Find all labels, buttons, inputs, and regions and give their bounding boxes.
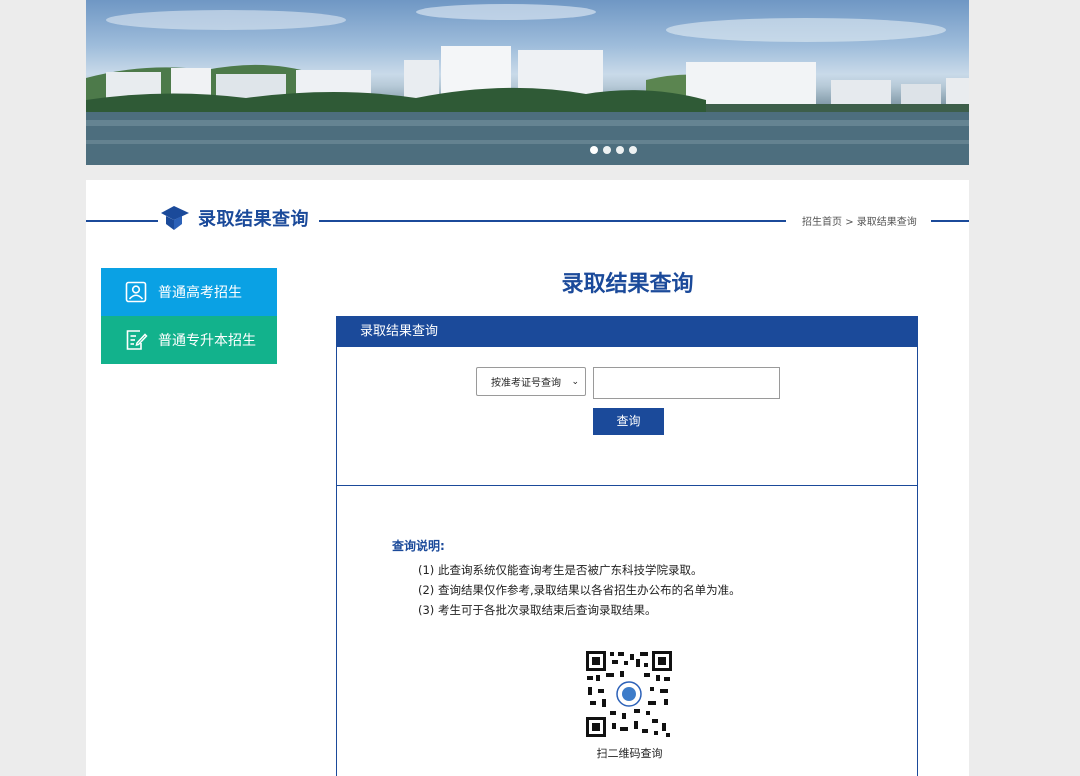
slide-dot-4[interactable] bbox=[629, 146, 637, 154]
query-box-header: 录取结果查询 bbox=[337, 317, 917, 347]
title-divider-middle bbox=[316, 220, 786, 222]
query-type-value: 按准考证号查询 bbox=[491, 378, 561, 389]
section-title: 录取结果查询 bbox=[160, 204, 319, 232]
notes-item: (1) 此查询系统仅能查询考生是否被广东科技学院录取。 bbox=[418, 563, 703, 577]
breadcrumb-current: 录取结果查询 bbox=[856, 217, 917, 228]
campus-photo bbox=[86, 4, 969, 165]
breadcrumb-separator: > bbox=[845, 217, 854, 228]
slide-indicator bbox=[590, 146, 637, 154]
title-divider-right bbox=[931, 220, 969, 222]
query-form: 按准考证号查询 ⌄ 查询 bbox=[337, 347, 917, 486]
notes-title: 查询说明: bbox=[392, 539, 445, 553]
sidebar-item-label: 普通专升本招生 bbox=[158, 333, 256, 349]
slide-dot-1[interactable] bbox=[590, 146, 598, 154]
query-notes: 查询说明: (1) 此查询系统仅能查询考生是否被广东科技学院录取。 (2) 查询… bbox=[392, 537, 741, 620]
chevron-down-icon: ⌄ bbox=[571, 376, 579, 387]
notes-item: (3) 考生可于各批次录取结束后查询录取结果。 bbox=[418, 603, 657, 617]
notes-item: (2) 查询结果仅作参考,录取结果以各省招生办公布的名单为准。 bbox=[418, 583, 741, 597]
main-panel: 录取结果查询 招生首页 > 录取结果查询 普通高考招生 普通专升本招生 录取结果… bbox=[86, 180, 969, 776]
title-divider-left bbox=[86, 220, 158, 222]
breadcrumb: 招生首页 > 录取结果查询 bbox=[792, 213, 923, 228]
sidebar-item-label: 普通高考招生 bbox=[158, 285, 242, 301]
query-type-select[interactable]: 按准考证号查询 ⌄ bbox=[476, 367, 586, 396]
graduation-cap-icon bbox=[161, 206, 189, 230]
sidebar-item-gaokao[interactable]: 普通高考招生 bbox=[101, 268, 277, 316]
user-card-icon bbox=[125, 281, 147, 303]
slide-dot-3[interactable] bbox=[616, 146, 624, 154]
qr-code-label: 扫二维码查询 bbox=[596, 747, 663, 760]
query-box: 录取结果查询 按准考证号查询 ⌄ 查询 查询说明: (1) 此查询系统仅能查询考… bbox=[336, 316, 918, 776]
exam-number-input[interactable] bbox=[593, 367, 780, 399]
edit-note-icon bbox=[126, 330, 148, 350]
page-title: 录取结果查询 bbox=[561, 272, 694, 297]
sidebar-item-zhuanshengben[interactable]: 普通专升本招生 bbox=[101, 316, 277, 364]
section-title-text: 录取结果查询 bbox=[198, 209, 309, 230]
breadcrumb-home-link[interactable]: 招生首页 bbox=[802, 217, 842, 228]
qr-code-icon bbox=[584, 649, 674, 739]
submit-query-button[interactable]: 查询 bbox=[593, 408, 664, 435]
campus-banner bbox=[86, 0, 969, 165]
slide-dot-2[interactable] bbox=[603, 146, 611, 154]
